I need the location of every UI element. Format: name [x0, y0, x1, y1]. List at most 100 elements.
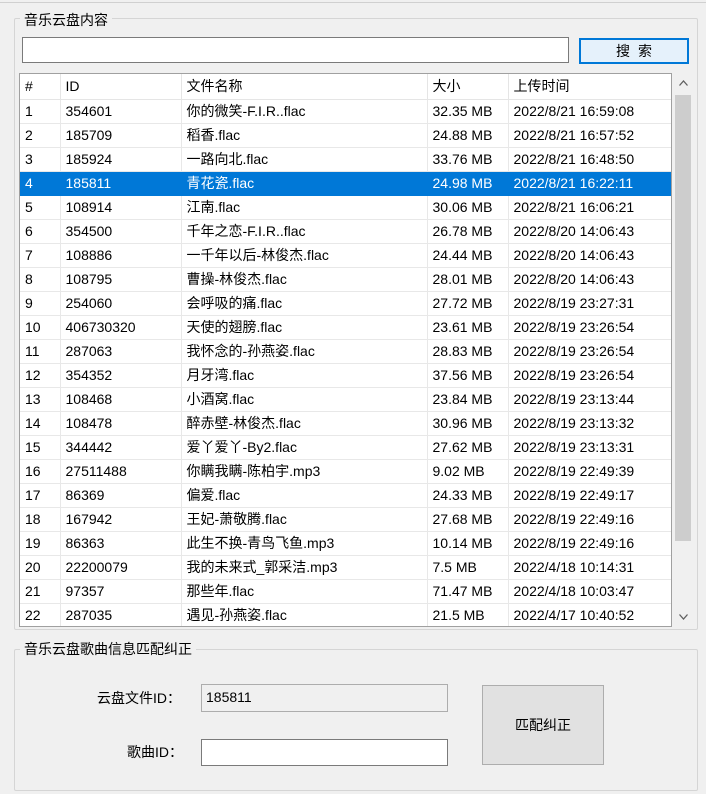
cell-upload-time: 2022/8/19 23:13:31 — [508, 435, 671, 460]
cell-id: 354352 — [60, 363, 182, 388]
table-row[interactable]: 7 108886 一千年以后-林俊杰.flac 24.44 MB 2022/8/20 1… — [20, 243, 671, 268]
cell-upload-time: 2022/4/17 10:40:52 — [508, 603, 671, 626]
column-header-id[interactable]: ID — [60, 74, 182, 100]
cell-index: 22 — [20, 603, 61, 626]
table-row[interactable]: 9 254060 会呼吸的痛.flac 27.72 MB 2022/8/19 23:27… — [20, 291, 671, 316]
song-id-field[interactable] — [201, 739, 448, 766]
cell-id: 108914 — [60, 195, 182, 220]
cell-filename: 一千年以后-林俊杰.flac — [181, 243, 428, 268]
cell-upload-time: 2022/8/21 16:57:52 — [508, 123, 671, 148]
table-scrollbar[interactable] — [673, 73, 693, 627]
table-row[interactable]: 17 86369 偏爱.flac 24.33 MB 2022/8/19 22:49:17 — [20, 483, 671, 508]
cell-size: 21.5 MB — [427, 603, 509, 626]
column-header-size[interactable]: 大小 — [427, 74, 509, 100]
cell-size: 30.96 MB — [427, 411, 509, 436]
cell-upload-time: 2022/8/19 23:13:44 — [508, 387, 671, 412]
table-row[interactable]: 14 108478 醉赤壁-林俊杰.flac 30.96 MB 2022/8/19 23… — [20, 411, 671, 436]
table-row[interactable]: 21 97357 那些年.flac 71.47 MB 2022/4/18 10:03:4… — [20, 579, 671, 604]
cell-index: 5 — [20, 195, 61, 220]
cell-filename: 遇见-孙燕姿.flac — [181, 603, 428, 626]
table-row[interactable]: 22 287035 遇见-孙燕姿.flac 21.5 MB 2022/4/17 10:4… — [20, 603, 671, 626]
cell-index: 8 — [20, 267, 61, 292]
table-row[interactable]: 11 287063 我怀念的-孙燕姿.flac 28.83 MB 2022/8/19 2… — [20, 339, 671, 364]
chevron-down-icon[interactable] — [673, 607, 693, 627]
table-row[interactable]: 18 167942 王妃-萧敬腾.flac 27.68 MB 2022/8/19 22:… — [20, 507, 671, 532]
table-row[interactable]: 13 108468 小酒窝.flac 23.84 MB 2022/8/19 23:13:… — [20, 387, 671, 412]
cell-filename: 我怀念的-孙燕姿.flac — [181, 339, 428, 364]
table-row[interactable]: 8 108795 曹操-林俊杰.flac 28.01 MB 2022/8/20 14:0… — [20, 267, 671, 292]
table-row[interactable]: 15 344442 爱丫爱丫-By2.flac 27.62 MB 2022/8/19 2… — [20, 435, 671, 460]
cell-size: 27.72 MB — [427, 291, 509, 316]
table-header-row: # ID 文件名称 大小 上传时间 — [20, 74, 671, 100]
chevron-up-icon[interactable] — [673, 73, 693, 93]
cell-index: 1 — [20, 99, 61, 124]
cell-size: 24.33 MB — [427, 483, 509, 508]
cell-upload-time: 2022/8/20 14:06:43 — [508, 267, 671, 292]
cell-size: 32.35 MB — [427, 99, 509, 124]
table-row[interactable]: 4 185811 青花瓷.flac 24.98 MB 2022/8/21 16:22:1… — [20, 171, 671, 196]
cell-upload-time: 2022/8/21 16:59:08 — [508, 99, 671, 124]
cell-upload-time: 2022/8/21 16:06:21 — [508, 195, 671, 220]
table-row[interactable]: 1 354601 你的微笑-F.I.R..flac 32.35 MB 2022/8/21… — [20, 99, 671, 124]
cell-upload-time: 2022/8/21 16:48:50 — [508, 147, 671, 172]
table-row[interactable]: 2 185709 稻香.flac 24.88 MB 2022/8/21 16:57:52 — [20, 123, 671, 148]
cell-id: 86363 — [60, 531, 182, 556]
cell-id: 344442 — [60, 435, 182, 460]
cell-id: 254060 — [60, 291, 182, 316]
cell-id: 287063 — [60, 339, 182, 364]
cell-id: 108468 — [60, 387, 182, 412]
cell-size: 24.88 MB — [427, 123, 509, 148]
cell-filename: 爱丫爱丫-By2.flac — [181, 435, 428, 460]
cell-id: 185811 — [60, 171, 182, 196]
table-row[interactable]: 12 354352 月牙湾.flac 37.56 MB 2022/8/19 23:26:… — [20, 363, 671, 388]
cell-filename: 天使的翅膀.flac — [181, 315, 428, 340]
cell-index: 18 — [20, 507, 61, 532]
cell-id: 185709 — [60, 123, 182, 148]
table-row[interactable]: 19 86363 此生不换-青鸟飞鱼.mp3 10.14 MB 2022/8/19 22… — [20, 531, 671, 556]
cell-upload-time: 2022/8/19 23:26:54 — [508, 339, 671, 364]
table-row[interactable]: 3 185924 一路向北.flac 33.76 MB 2022/8/21 16:48:… — [20, 147, 671, 172]
table-row[interactable]: 10 406730320 天使的翅膀.flac 23.61 MB 2022/8/19 2… — [20, 315, 671, 340]
cell-filename: 你瞒我瞒-陈柏宇.mp3 — [181, 459, 428, 484]
match-correct-button[interactable]: 匹配纠正 — [482, 685, 604, 765]
cell-id: 108478 — [60, 411, 182, 436]
song-id-label: 歌曲ID： — [127, 744, 183, 760]
cell-size: 71.47 MB — [427, 579, 509, 604]
cell-upload-time: 2022/4/18 10:03:47 — [508, 579, 671, 604]
cell-filename: 千年之恋-F.I.R..flac — [181, 219, 428, 244]
table-row[interactable]: 20 22200079 我的未来式_郭采洁.mp3 7.5 MB 2022/4/18 1… — [20, 555, 671, 580]
cell-upload-time: 2022/8/19 23:27:31 — [508, 291, 671, 316]
table-row[interactable]: 16 27511488 你瞒我瞒-陈柏宇.mp3 9.02 MB 2022/8/19 2… — [20, 459, 671, 484]
cell-size: 23.84 MB — [427, 387, 509, 412]
cell-index: 11 — [20, 339, 61, 364]
cell-filename: 月牙湾.flac — [181, 363, 428, 388]
table-row[interactable]: 6 354500 千年之恋-F.I.R..flac 26.78 MB 2022/8/20… — [20, 219, 671, 244]
column-header-index[interactable]: # — [20, 74, 61, 100]
cell-upload-time: 2022/8/20 14:06:43 — [508, 243, 671, 268]
cell-size: 28.83 MB — [427, 339, 509, 364]
cell-filename: 我的未来式_郭采洁.mp3 — [181, 555, 428, 580]
column-header-filename[interactable]: 文件名称 — [181, 74, 428, 100]
cell-index: 7 — [20, 243, 61, 268]
cell-index: 19 — [20, 531, 61, 556]
cell-index: 20 — [20, 555, 61, 580]
cell-filename: 小酒窝.flac — [181, 387, 428, 412]
cell-size: 7.5 MB — [427, 555, 509, 580]
cell-size: 23.61 MB — [427, 315, 509, 340]
cell-index: 9 — [20, 291, 61, 316]
cell-id: 27511488 — [60, 459, 182, 484]
table-row[interactable]: 5 108914 江南.flac 30.06 MB 2022/8/21 16:06:21 — [20, 195, 671, 220]
cell-size: 9.02 MB — [427, 459, 509, 484]
cell-index: 16 — [20, 459, 61, 484]
scrollbar-thumb[interactable] — [675, 95, 691, 541]
cell-filename: 一路向北.flac — [181, 147, 428, 172]
cell-filename: 你的微笑-F.I.R..flac — [181, 99, 428, 124]
cell-size: 33.76 MB — [427, 147, 509, 172]
column-header-upload-time[interactable]: 上传时间 — [508, 74, 671, 100]
search-button[interactable]: 搜索 — [579, 38, 689, 64]
file-list-table[interactable]: # ID 文件名称 大小 上传时间 1 354601 你的微笑-F.I.R..fla… — [19, 73, 672, 627]
cell-size: 26.78 MB — [427, 219, 509, 244]
search-input[interactable] — [22, 37, 569, 63]
cell-upload-time: 2022/4/18 10:14:31 — [508, 555, 671, 580]
cell-filename: 曹操-林俊杰.flac — [181, 267, 428, 292]
